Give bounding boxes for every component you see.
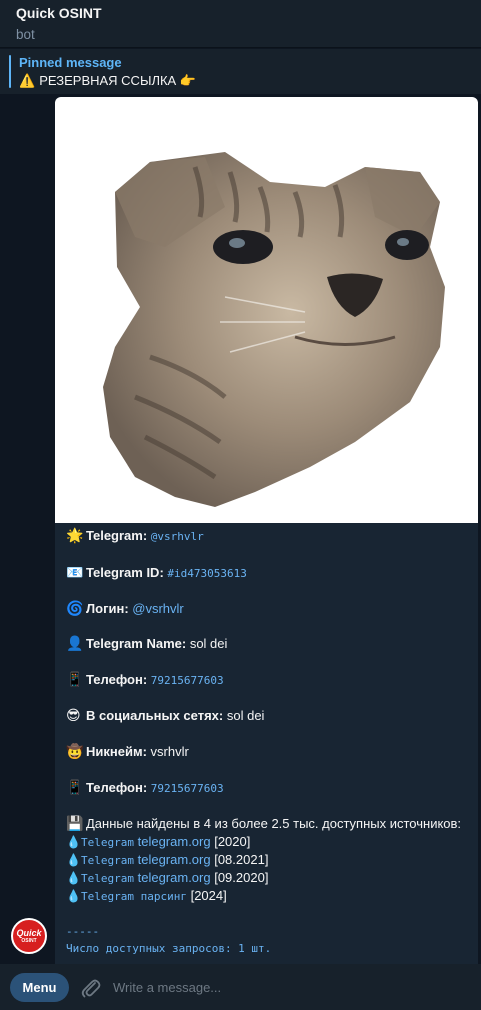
info-social: 😎 В социальных сетях: sol dei	[66, 707, 264, 724]
info-phone-2: 📱 Телефон: 79215677603	[66, 779, 224, 797]
person-icon: 👤	[66, 635, 84, 651]
field-label: Telegram Name:	[86, 636, 187, 651]
menu-button[interactable]: Menu	[10, 973, 69, 1002]
droplet-icon: 💧	[66, 871, 81, 885]
envelope-icon: 📧	[66, 564, 84, 580]
info-telegram: 🌟 Telegram: @vsrhvlr	[66, 527, 204, 545]
divider: -----	[66, 925, 100, 938]
field-label: Телефон:	[86, 672, 148, 687]
chat-subtitle: bot	[16, 27, 35, 42]
source-tag[interactable]: Telegram	[81, 836, 134, 849]
source-link[interactable]: telegram.org	[138, 834, 211, 849]
source-tag[interactable]: Telegram	[81, 854, 134, 867]
chat-header[interactable]: Quick OSINT bot	[0, 0, 481, 48]
requests-remaining[interactable]: Число доступных запросов: 1 шт.	[66, 942, 271, 955]
pinned-message[interactable]: Pinned message ⚠️ РЕЗЕРВНАЯ ССЫЛКА 👉	[0, 49, 481, 94]
info-telegram-id: 📧 Telegram ID: #id473053613	[66, 564, 247, 582]
message-area[interactable]: 🌟 Telegram: @vsrhvlr 📧 Telegram ID: #id473…	[0, 94, 481, 964]
field-value[interactable]: @vsrhvlr	[151, 530, 204, 543]
avatar-logo-subtext: OSINT	[21, 937, 37, 944]
droplet-icon: 💧	[66, 853, 81, 867]
field-label: Логин:	[86, 601, 129, 616]
source-date: [2024]	[190, 888, 227, 903]
field-value[interactable]: 79215677603	[151, 674, 224, 687]
info-login: 🌀 Логин: @vsrhvlr	[66, 600, 184, 617]
message-input[interactable]	[113, 976, 453, 998]
field-value[interactable]: 79215677603	[151, 782, 224, 795]
phone-icon: 📱	[66, 779, 84, 795]
pinned-text-row: ⚠️ РЕЗЕРВНАЯ ССЫЛКА 👉	[19, 72, 481, 89]
field-label: Телефон:	[86, 780, 148, 795]
found-text: Данные найдены в 4 из более 2.5 тыс. дос…	[86, 816, 462, 831]
field-label: Telegram:	[86, 528, 148, 543]
source-tag[interactable]: Telegram парсинг	[81, 890, 187, 903]
cowboy-icon: 🤠	[66, 743, 84, 759]
source-link[interactable]: telegram.org	[138, 870, 211, 885]
source-item: 💧Telegram telegram.org [09.2020]	[66, 869, 268, 888]
warning-icon: ⚠️	[19, 73, 36, 88]
source-item: 💧Telegram telegram.org [08.2021]	[66, 851, 268, 870]
sunglasses-icon: 😎	[66, 707, 81, 723]
field-value: vsrhvlr	[150, 744, 189, 759]
field-value[interactable]: #id473053613	[167, 567, 246, 580]
kitten-image[interactable]	[55, 97, 478, 523]
message-bubble: 🌟 Telegram: @vsrhvlr 📧 Telegram ID: #id473…	[55, 97, 478, 964]
field-label: В социальных сетях:	[86, 708, 224, 723]
source-item: 💧Telegram парсинг [2024]	[66, 887, 227, 906]
pinned-title: Pinned message	[19, 55, 122, 70]
avatar-logo-text: Quick	[16, 927, 42, 938]
field-value: sol dei	[189, 636, 228, 651]
bot-avatar[interactable]: Quick OSINT	[11, 918, 47, 954]
source-date: [08.2021]	[214, 852, 269, 867]
paperclip-icon[interactable]	[79, 975, 101, 999]
field-value[interactable]: @vsrhvlr	[132, 601, 183, 616]
source-date: [09.2020]	[214, 870, 269, 885]
source-item: 💧Telegram telegram.org [2020]	[66, 833, 250, 852]
pinned-text: РЕЗЕРВНАЯ ССЫЛКА 👉	[39, 73, 197, 88]
info-telegram-name: 👤 Telegram Name: sol dei	[66, 635, 227, 652]
field-label: Никнейм:	[86, 744, 147, 759]
info-phone: 📱 Телефон: 79215677603	[66, 671, 224, 689]
floppy-disk-icon: 💾	[66, 815, 84, 831]
phone-icon: 📱	[66, 671, 84, 687]
star-icon: 🌟	[66, 527, 84, 543]
info-nickname: 🤠 Никнейм: vsrhvlr	[66, 743, 189, 760]
source-tag[interactable]: Telegram	[81, 872, 134, 885]
chat-title: Quick OSINT	[16, 5, 102, 21]
pinned-accent-bar	[9, 55, 11, 88]
droplet-icon: 💧	[66, 835, 81, 849]
field-label: Telegram ID:	[86, 565, 164, 580]
source-link[interactable]: telegram.org	[138, 852, 211, 867]
droplet-icon: 💧	[66, 889, 81, 903]
field-value: sol dei	[226, 708, 265, 723]
source-date: [2020]	[214, 834, 251, 849]
message-composer: Menu	[0, 964, 481, 1010]
found-summary: 💾 Данные найдены в 4 из более 2.5 тыс. до…	[66, 815, 461, 832]
cyclone-icon: 🌀	[66, 600, 84, 616]
